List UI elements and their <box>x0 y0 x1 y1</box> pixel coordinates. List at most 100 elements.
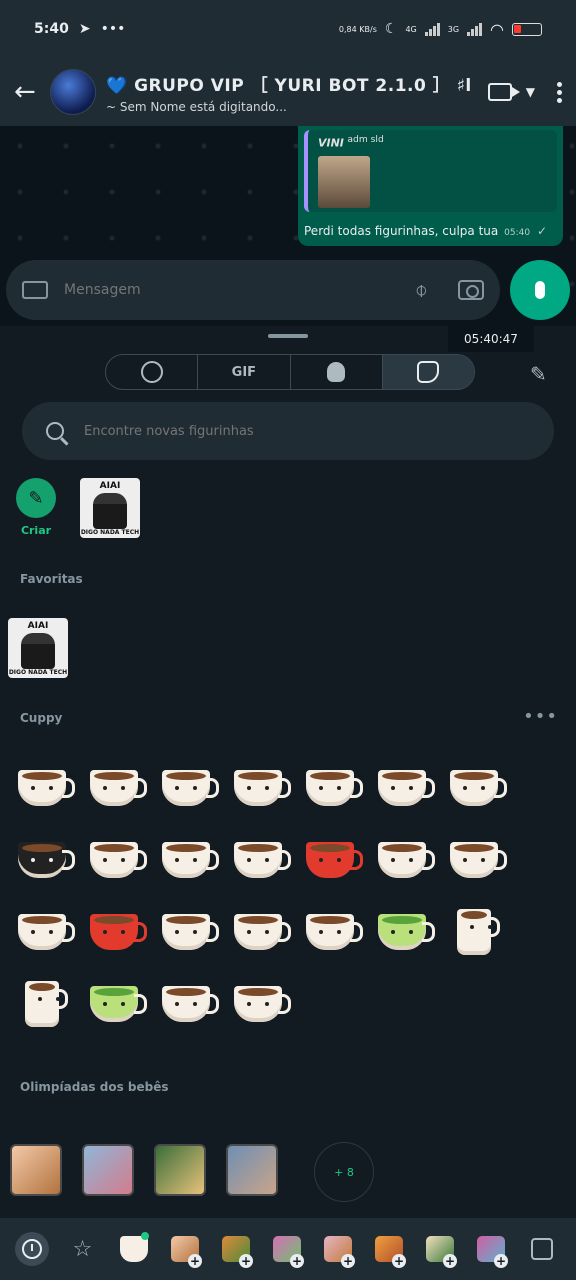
add-badge-icon: + <box>341 1254 355 1268</box>
cuppy-sticker[interactable] <box>150 896 222 968</box>
add-badge-icon: + <box>392 1254 406 1268</box>
signal-icon <box>424 22 440 36</box>
cuppy-sticker[interactable] <box>6 968 78 1040</box>
more-notifications-icon: ••• <box>100 21 126 37</box>
tray-pack[interactable]: + <box>210 1218 261 1280</box>
cuppy-sticker[interactable] <box>438 896 510 968</box>
cuppy-sticker[interactable] <box>78 968 150 1040</box>
telegram-icon: ➤ <box>78 21 91 37</box>
cuppy-sticker[interactable] <box>366 824 438 896</box>
cuppy-sticker[interactable] <box>150 824 222 896</box>
chat-header: ← 💙 GRUPO VIP ［ YURI BOT 2.1.0 ］ ♯l ~ Se… <box>0 58 576 126</box>
net-4g: 4G <box>405 24 417 34</box>
baby-sticker[interactable] <box>82 1144 134 1196</box>
status-bar: 5:40 ➤ ••• 0,84 KB/s ☾ 4G 3G ◠ <box>0 0 576 58</box>
sticker-caption: AIAI <box>27 621 49 631</box>
drag-handle[interactable] <box>268 334 308 338</box>
message-time: 05:40 <box>504 228 531 238</box>
wifi-icon: ◠ <box>490 19 504 39</box>
tray-pack[interactable]: + <box>312 1218 363 1280</box>
cuppy-sticker[interactable] <box>78 896 150 968</box>
cuppy-sticker[interactable] <box>150 752 222 824</box>
tray-pack[interactable]: + <box>414 1218 465 1280</box>
more-stickers-count[interactable]: + 8 <box>314 1142 374 1202</box>
smile-icon <box>140 361 163 383</box>
attach-icon[interactable]: ⌽ <box>415 278 428 303</box>
avatar-icon <box>327 362 346 382</box>
cuppy-sticker[interactable] <box>6 896 78 968</box>
olimpiadas-row: + 8 <box>0 1142 576 1204</box>
mic-icon <box>535 281 545 299</box>
favorite-sticker-aial[interactable]: AIAI DIGO NADA TECH <box>8 618 68 678</box>
cuppy-sticker[interactable] <box>294 896 366 968</box>
camera-icon[interactable] <box>458 280 484 300</box>
more-options-icon[interactable] <box>557 81 562 103</box>
add-badge-icon: + <box>443 1254 457 1268</box>
cuppy-sticker[interactable] <box>78 824 150 896</box>
tab-gif[interactable]: GIF <box>198 355 291 389</box>
tray-pack[interactable]: + <box>465 1218 516 1280</box>
tab-emoji[interactable] <box>106 355 199 389</box>
sticker-figure <box>93 493 127 529</box>
tray-cuppy[interactable] <box>108 1218 159 1280</box>
timestamp-overlay: 05:40:47 <box>448 326 534 352</box>
video-call-button[interactable]: ▼ <box>487 83 535 101</box>
tray-pack[interactable]: + <box>159 1218 210 1280</box>
section-cuppy: Cuppy <box>20 711 63 725</box>
sticker-search <box>22 402 554 460</box>
quoted-message[interactable]: VINI adm sld <box>304 130 557 212</box>
cuppy-sticker[interactable] <box>438 752 510 824</box>
message-input-bar: ⌽ <box>6 260 500 320</box>
tray-recent[interactable] <box>6 1218 57 1280</box>
cuppy-sticker[interactable] <box>150 968 222 1040</box>
add-badge-icon: + <box>494 1254 508 1268</box>
tab-stickers[interactable] <box>382 355 474 389</box>
message-bubble[interactable]: VINI adm sld Perdi todas figurinhas, cul… <box>298 126 563 246</box>
battery-icon <box>512 22 542 36</box>
create-pencil-icon: ✎ <box>16 478 56 518</box>
group-avatar[interactable] <box>50 69 96 115</box>
tray-pack[interactable]: + <box>261 1218 312 1280</box>
create-sticker[interactable]: ✎ Criar <box>16 478 56 537</box>
tray-favorites[interactable]: ☆ <box>57 1218 108 1280</box>
sticker-caption: AIAI <box>99 481 121 491</box>
baby-sticker[interactable] <box>10 1144 62 1196</box>
cuppy-sticker[interactable] <box>6 824 78 896</box>
cuppy-sticker[interactable] <box>294 752 366 824</box>
pencil-icon[interactable]: ✎ <box>530 362 550 386</box>
cuppy-sticker[interactable] <box>222 752 294 824</box>
video-camera-icon <box>487 83 520 101</box>
add-badge-icon: + <box>239 1254 253 1268</box>
quote-thumbnail <box>318 155 370 208</box>
cuppy-sticker[interactable] <box>222 968 294 1040</box>
mic-button[interactable] <box>510 260 570 320</box>
tab-avatar[interactable] <box>291 355 383 389</box>
header-title-block[interactable]: 💙 GRUPO VIP ［ YURI BOT 2.1.0 ］ ♯l ~ Sem … <box>106 71 488 114</box>
sticker-aial[interactable]: AIAI DIGO NADA TECH <box>80 478 140 538</box>
back-arrow-icon[interactable]: ← <box>14 77 40 107</box>
signal-icon-2 <box>467 22 483 36</box>
typing-status: ~ Sem Nome está digitando... <box>106 99 287 114</box>
net-3g: 3G <box>447 24 460 34</box>
sticker-search-input[interactable] <box>84 423 530 439</box>
baby-sticker[interactable] <box>226 1144 278 1196</box>
cuppy-sticker[interactable] <box>222 896 294 968</box>
cuppy-sticker[interactable] <box>366 752 438 824</box>
cuppy-sticker[interactable] <box>222 824 294 896</box>
message-input[interactable] <box>64 282 415 298</box>
chevron-down-icon: ▼ <box>525 85 535 99</box>
add-badge-icon: + <box>290 1254 304 1268</box>
cuppy-sticker[interactable] <box>294 824 366 896</box>
cuppy-sticker[interactable] <box>78 752 150 824</box>
cuppy-sticker[interactable] <box>6 752 78 824</box>
cuppy-sticker[interactable] <box>366 896 438 968</box>
group-title: 💙 GRUPO VIP ［ YURI BOT 2.1.0 ］ ♯l <box>106 75 472 96</box>
tray-pack[interactable]: + <box>363 1218 414 1280</box>
cuppy-more-icon[interactable]: ••• <box>523 706 558 727</box>
clock-icon <box>21 1239 42 1259</box>
cuppy-sticker[interactable] <box>438 824 510 896</box>
message-meta: 05:40 ✓ <box>504 224 547 238</box>
keyboard-icon[interactable] <box>22 281 48 299</box>
baby-sticker[interactable] <box>154 1144 206 1196</box>
tray-add-pack[interactable] <box>516 1218 567 1280</box>
